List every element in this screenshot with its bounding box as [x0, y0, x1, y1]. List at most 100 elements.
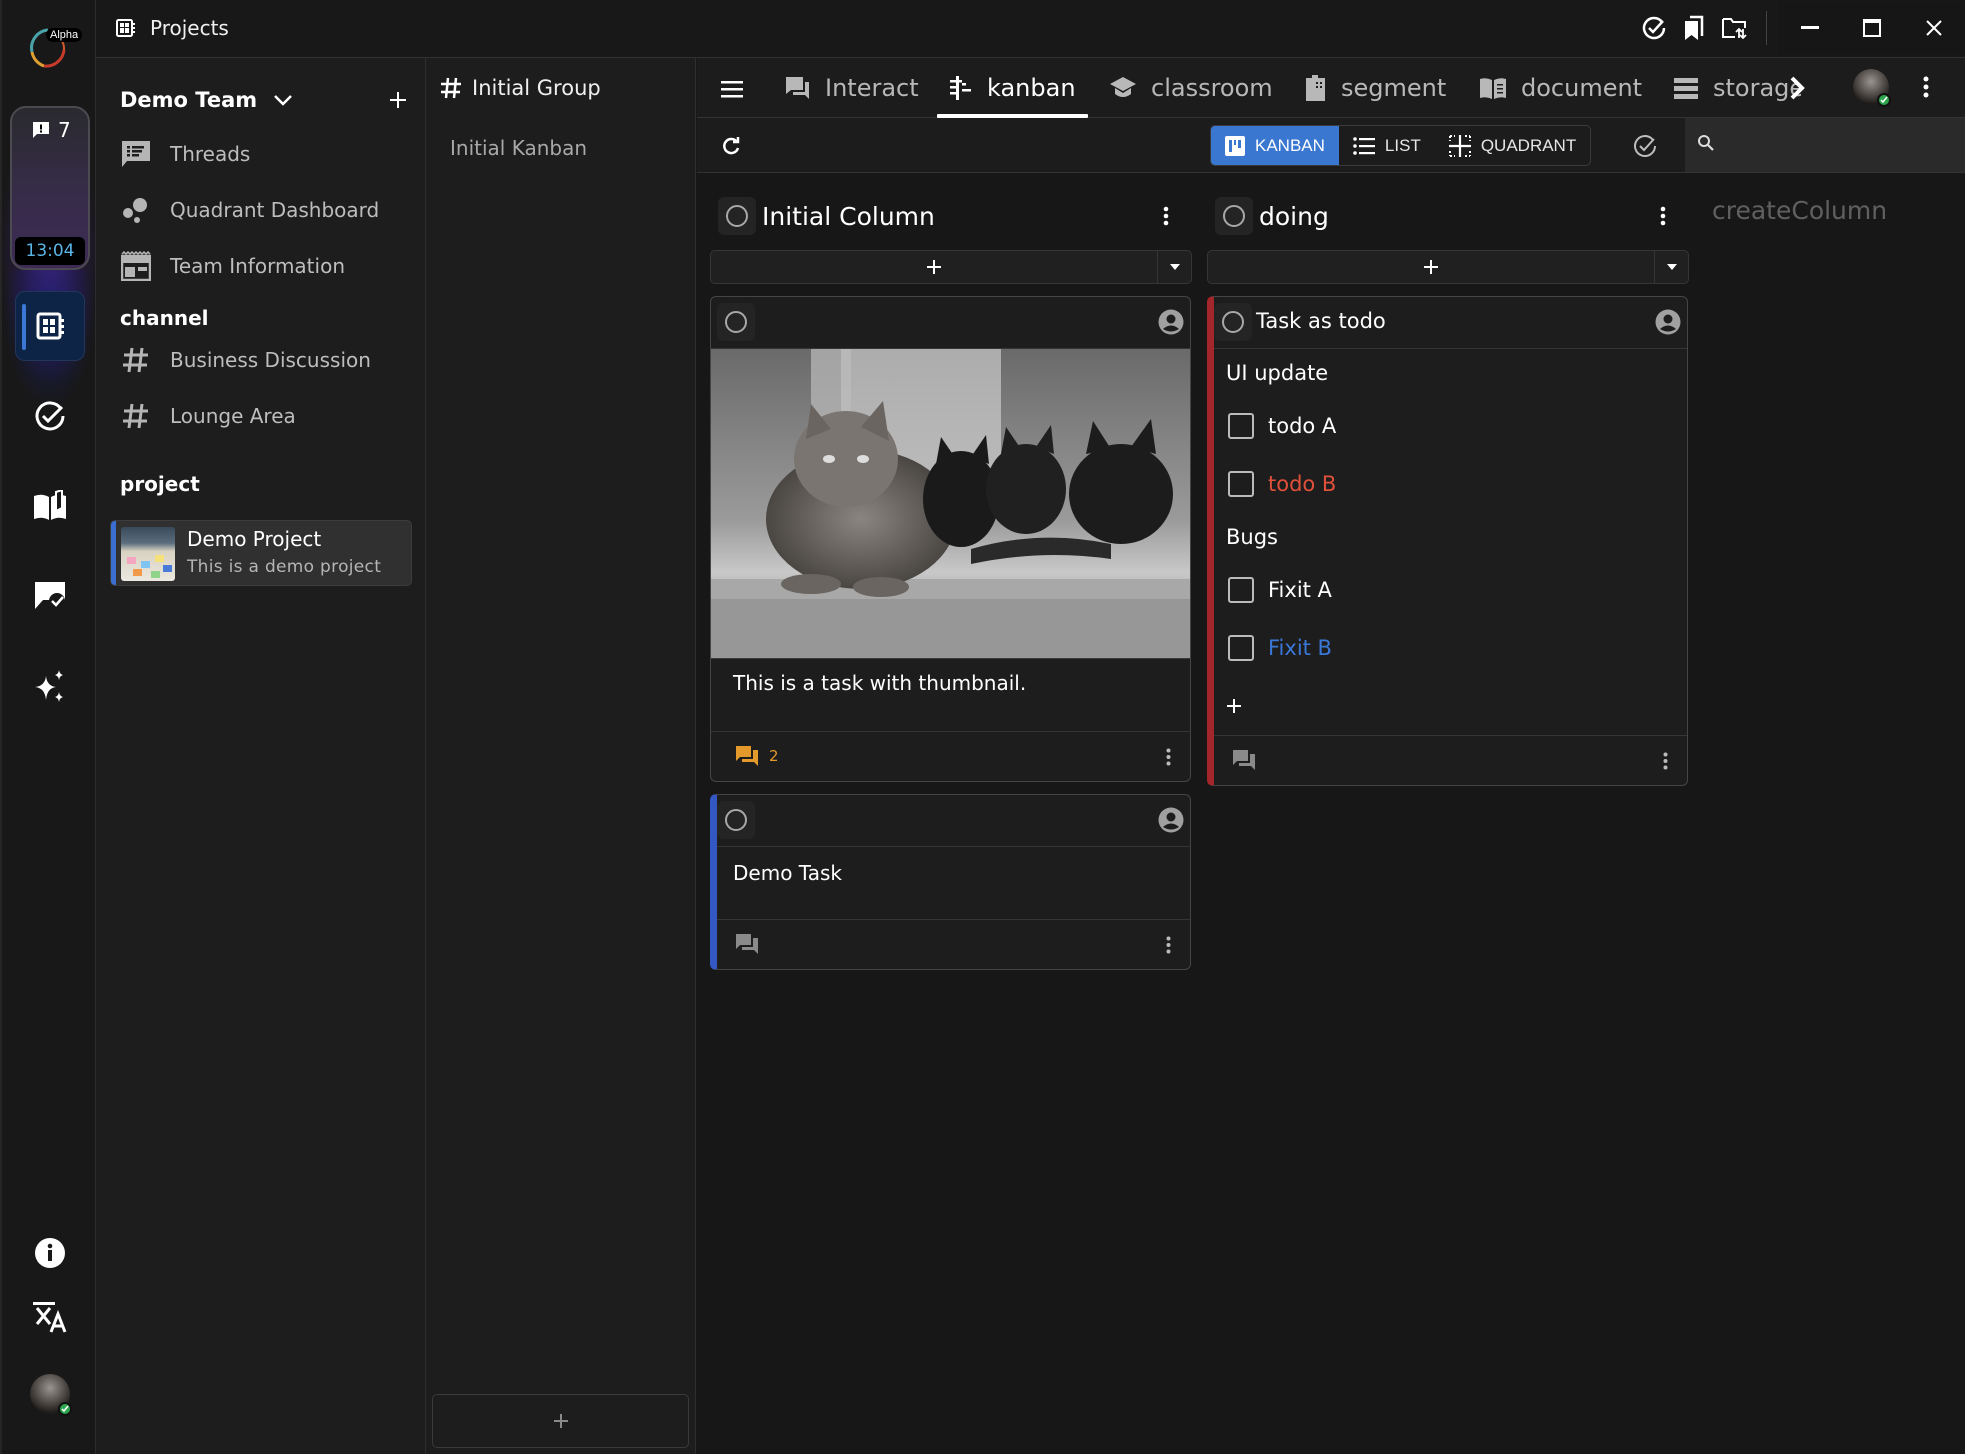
- team-name[interactable]: Demo Team: [120, 88, 257, 112]
- card-menu-button[interactable]: [1160, 744, 1176, 770]
- refresh-button[interactable]: [717, 132, 745, 160]
- column-title[interactable]: doing: [1259, 202, 1329, 231]
- folder-sync-icon: [1721, 16, 1747, 40]
- tab-scroll-right-button[interactable]: [1782, 72, 1812, 104]
- group-title: Initial Group: [472, 76, 601, 100]
- kanban-board-icon: [1225, 135, 1245, 156]
- add-card-button[interactable]: [1208, 251, 1654, 283]
- comments-button[interactable]: [1232, 749, 1256, 771]
- kanban-icon: [949, 75, 973, 101]
- quadrant-icon: [1448, 134, 1471, 157]
- storage-icon: [1673, 76, 1699, 100]
- search-box: [1685, 118, 1965, 172]
- rail-translate[interactable]: [15, 1282, 85, 1352]
- task-status-button[interactable]: [1214, 303, 1252, 341]
- column-menu-button[interactable]: [1154, 201, 1178, 231]
- view-label: LIST: [1384, 135, 1421, 155]
- minimize-button[interactable]: [1779, 1, 1841, 55]
- add-kanban-button[interactable]: [432, 1394, 689, 1448]
- nav-threads[interactable]: Threads: [120, 134, 250, 174]
- add-card-button[interactable]: [711, 251, 1157, 283]
- channel-lounge-area[interactable]: Lounge Area: [120, 396, 296, 436]
- maximize-icon: [1863, 19, 1881, 37]
- close-icon: [1925, 19, 1943, 37]
- rail-documents[interactable]: [15, 471, 85, 541]
- todo-item[interactable]: Fixit B: [1214, 619, 1687, 677]
- more-options-button[interactable]: [1911, 72, 1941, 102]
- add-todo-button[interactable]: [1214, 677, 1687, 735]
- menu-button[interactable]: [717, 74, 747, 104]
- add-card-dropdown[interactable]: [1654, 251, 1688, 283]
- todo-checkbox[interactable]: [1228, 413, 1254, 439]
- kanban-item[interactable]: Initial Kanban: [450, 136, 587, 160]
- rail-ai[interactable]: [15, 651, 85, 721]
- tab-kanban[interactable]: kanban: [937, 58, 1088, 118]
- todo-label: Fixit A: [1268, 578, 1332, 602]
- caret-down-icon: [1666, 263, 1678, 271]
- search-icon: [1697, 134, 1715, 152]
- todo-checkbox[interactable]: [1228, 577, 1254, 603]
- column-status-button[interactable]: [718, 197, 756, 235]
- nav-team-information[interactable]: Team Information: [120, 246, 345, 286]
- file-transfer-button[interactable]: [1714, 8, 1754, 48]
- task-card[interactable]: Task as todo UI update todo A todo B Bug…: [1207, 296, 1688, 786]
- tab-classroom[interactable]: classroom: [1097, 58, 1285, 118]
- tasks-button[interactable]: [1634, 8, 1674, 48]
- create-column-button[interactable]: createColumn: [1712, 196, 1887, 225]
- column-status-button[interactable]: [1215, 197, 1253, 235]
- tab-storage[interactable]: storage: [1661, 58, 1801, 118]
- view-kanban-button[interactable]: KANBAN: [1211, 126, 1339, 165]
- user-avatar[interactable]: [30, 1374, 72, 1416]
- task-status-button[interactable]: [717, 801, 755, 839]
- nav-team-info-label: Team Information: [170, 254, 345, 278]
- show-completed-button[interactable]: [1630, 131, 1660, 161]
- task-card[interactable]: Demo Task: [710, 794, 1191, 970]
- todo-checkbox[interactable]: [1228, 471, 1254, 497]
- todo-item[interactable]: Fixit A: [1214, 561, 1687, 619]
- project-item-demo[interactable]: Demo Project This is a demo project: [110, 520, 412, 586]
- todo-checkbox[interactable]: [1228, 635, 1254, 661]
- maximize-button[interactable]: [1841, 1, 1903, 55]
- chevron-down-icon[interactable]: [273, 93, 293, 107]
- rail-info[interactable]: [15, 1218, 85, 1288]
- bookmarks-button[interactable]: [1674, 8, 1714, 48]
- column-title[interactable]: Initial Column: [762, 202, 935, 231]
- nav-quadrant-dashboard[interactable]: Quadrant Dashboard: [120, 190, 379, 230]
- notification-widget[interactable]: 7 13:04: [10, 106, 90, 270]
- chat-check-icon: [33, 579, 67, 613]
- todo-item[interactable]: todo B: [1214, 455, 1687, 513]
- rail-approvals[interactable]: [15, 561, 85, 631]
- close-button[interactable]: [1903, 1, 1965, 55]
- tab-document[interactable]: document: [1467, 58, 1654, 118]
- assignee-icon[interactable]: [1655, 309, 1681, 335]
- check-circle-icon: [1641, 15, 1667, 41]
- threads-icon: [120, 139, 152, 169]
- task-status-button[interactable]: [717, 303, 755, 341]
- tab-interact[interactable]: Interact: [773, 58, 931, 118]
- user-avatar[interactable]: [1853, 69, 1891, 107]
- search-input[interactable]: [1725, 126, 1955, 164]
- add-button[interactable]: [389, 91, 407, 109]
- team-info-icon: [120, 251, 152, 281]
- card-menu-button[interactable]: [1657, 748, 1673, 774]
- hash-icon: [120, 346, 152, 374]
- add-card-dropdown[interactable]: [1157, 251, 1191, 283]
- tab-label: Interact: [825, 74, 919, 102]
- list-icon: [1353, 136, 1375, 155]
- task-card[interactable]: This is a task with thumbnail. 2: [710, 296, 1191, 782]
- comments-button[interactable]: [735, 933, 759, 955]
- card-menu-button[interactable]: [1160, 932, 1176, 958]
- assignee-icon[interactable]: [1158, 807, 1184, 833]
- column-menu-button[interactable]: [1651, 201, 1675, 231]
- view-quadrant-button[interactable]: QUADRANT: [1435, 126, 1590, 165]
- group-header[interactable]: Initial Group: [440, 76, 601, 100]
- channel-business-discussion[interactable]: Business Discussion: [120, 340, 371, 380]
- todo-item[interactable]: todo A: [1214, 397, 1687, 455]
- section-project: project: [120, 472, 200, 496]
- view-list-button[interactable]: LIST: [1339, 126, 1435, 165]
- comments-button[interactable]: 2: [735, 745, 779, 767]
- tab-segment[interactable]: segment: [1291, 58, 1458, 118]
- rail-projects[interactable]: [15, 291, 85, 361]
- assignee-icon[interactable]: [1158, 309, 1184, 335]
- rail-tasks[interactable]: [15, 381, 85, 451]
